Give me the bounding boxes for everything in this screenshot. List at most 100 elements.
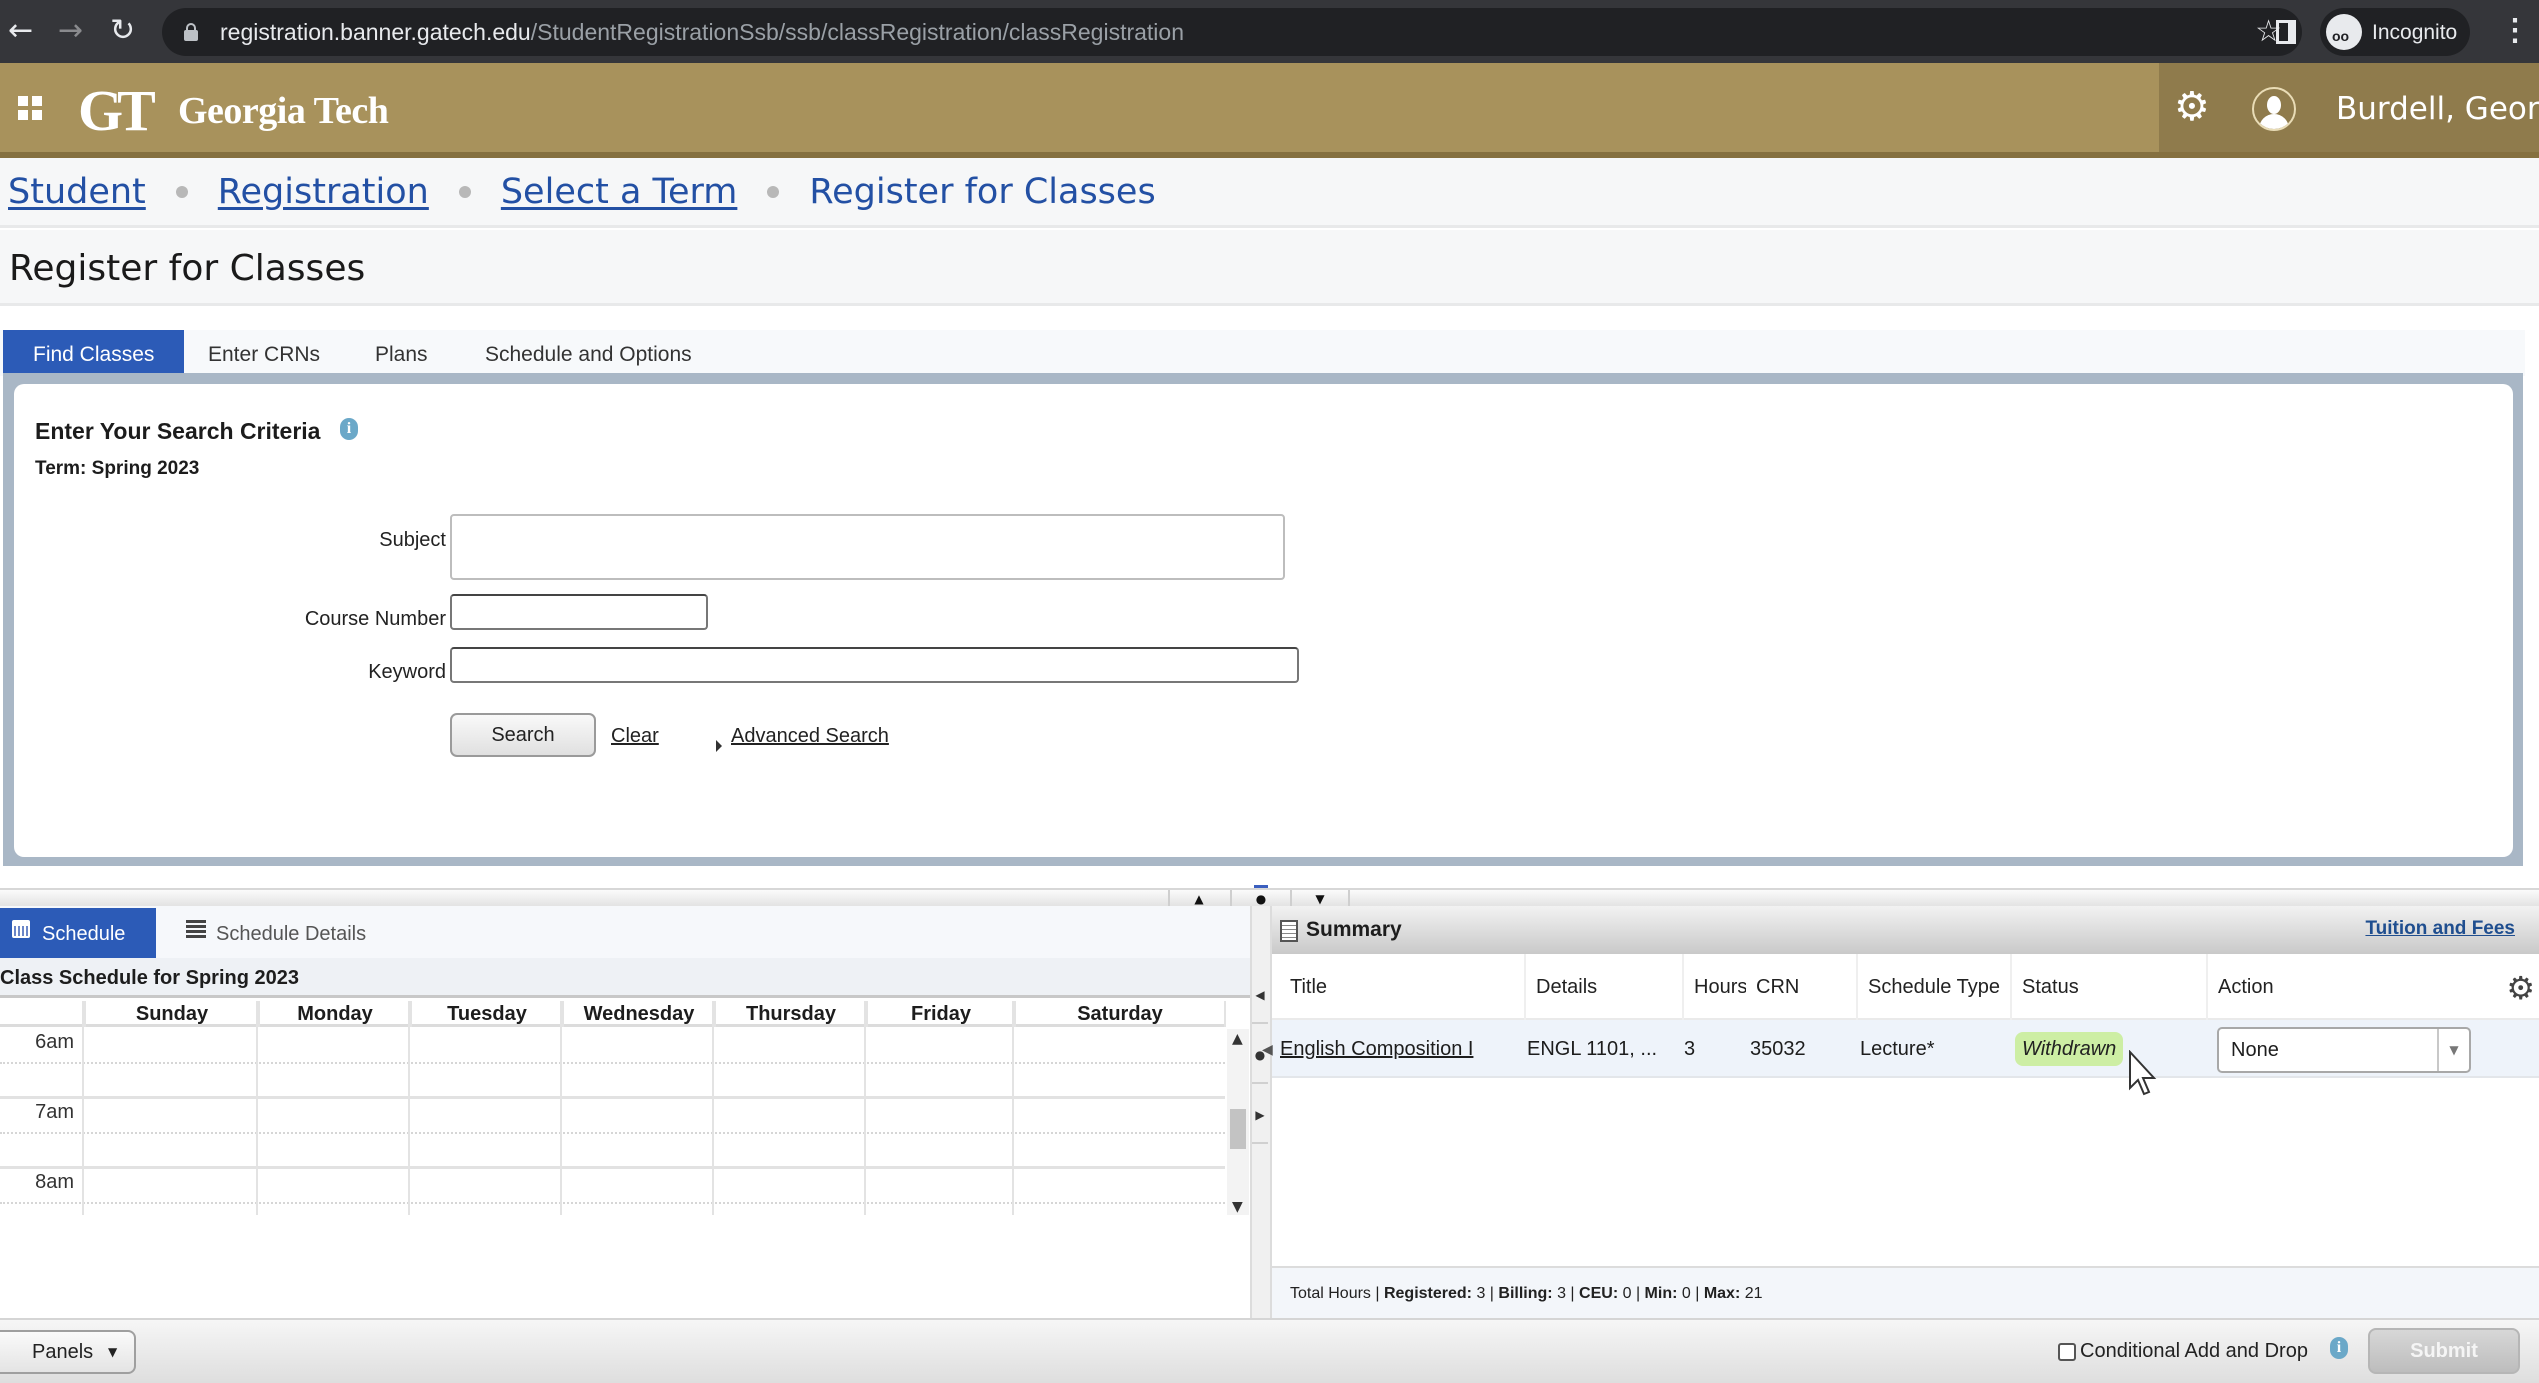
app-grid-icon[interactable] — [18, 96, 42, 120]
collapse-left-button[interactable]: ◀ — [1252, 966, 1268, 1024]
grid-line — [408, 1001, 410, 1215]
table-row: ◀ English Composition I ENGL 1101, ... 3… — [1262, 1020, 2539, 1078]
keyword-input[interactable] — [450, 647, 1299, 683]
subject-label: Subject — [379, 529, 446, 551]
column-settings-gear-icon[interactable]: ⚙ — [2506, 972, 2535, 1004]
scroll-up-icon[interactable]: ▲ — [1232, 1031, 1243, 1047]
column-schedule-type[interactable]: Schedule Type — [1856, 954, 2010, 1020]
advanced-search-link[interactable]: Advanced Search — [731, 725, 889, 748]
expand-arrow-icon[interactable] — [716, 740, 722, 752]
reload-icon[interactable]: ↻ — [110, 14, 135, 48]
max-value: 21 — [1744, 1285, 1763, 1302]
grid-line — [712, 1001, 714, 1215]
action-select-value: None — [2231, 1039, 2279, 1061]
grid-line — [864, 1001, 866, 1215]
user-avatar-icon[interactable] — [2252, 87, 2296, 131]
action-select[interactable]: None ▼ — [2217, 1027, 2471, 1073]
subject-input[interactable] — [450, 514, 1285, 580]
incognito-badge[interactable]: oo Incognito — [2320, 8, 2470, 56]
search-criteria-heading: Enter Your Search Criteria — [35, 418, 321, 444]
breadcrumb-student[interactable]: Student — [8, 172, 146, 212]
column-title[interactable]: Title — [1280, 954, 1524, 1020]
settings-gear-icon[interactable]: ⚙ — [2174, 87, 2210, 127]
course-hours: 3 — [1684, 1038, 1696, 1060]
search-button[interactable]: Search — [450, 713, 596, 757]
course-number-input[interactable] — [450, 594, 708, 630]
collapse-right-button[interactable]: ▶ — [1252, 1086, 1268, 1144]
column-action[interactable]: Action — [2206, 954, 2486, 1020]
side-panel-icon[interactable] — [2276, 20, 2296, 44]
summary-table-icon — [1280, 920, 1298, 942]
calendar-row: 8am — [0, 1169, 1225, 1204]
caret-down-icon: ▼ — [108, 1345, 118, 1359]
day-header: Thursday — [714, 1001, 866, 1027]
info-icon[interactable]: i — [2329, 1336, 2348, 1359]
time-label: 8am — [35, 1171, 74, 1193]
address-bar[interactable]: registration.banner.gatech.edu/StudentRe… — [162, 8, 2302, 56]
calendar-row — [0, 1204, 1225, 1215]
billing-value: 3 — [1557, 1285, 1566, 1302]
grid-line — [560, 1001, 562, 1215]
status-badge: Withdrawn — [2015, 1032, 2124, 1066]
tab-schedule-details-label: Schedule Details — [216, 923, 367, 945]
conditional-add-drop-label[interactable]: Conditional Add and Drop — [2080, 1340, 2308, 1363]
calendar-row — [0, 1064, 1225, 1099]
course-crn: 35032 — [1750, 1038, 1806, 1060]
summary-title: Summary — [1306, 918, 1402, 941]
scroll-down-icon[interactable]: ▼ — [1232, 1199, 1243, 1215]
tab-schedule-and-options[interactable]: Schedule and Options — [455, 330, 722, 376]
column-status[interactable]: Status — [2010, 954, 2206, 1020]
calendar-icon — [12, 920, 30, 938]
panel-splitter[interactable]: ▲ ● ▼ — [0, 888, 2539, 908]
registered-value: 3 — [1476, 1285, 1486, 1302]
column-crn[interactable]: CRN — [1746, 954, 1856, 1020]
conditional-add-drop-checkbox[interactable] — [2058, 1342, 2076, 1361]
day-header: Monday — [258, 1001, 410, 1027]
browser-toolbar: ← → ↻ registration.banner.gatech.edu/Stu… — [0, 0, 2539, 63]
scroll-thumb[interactable] — [1230, 1109, 1246, 1149]
tab-enter-crns[interactable]: Enter CRNs — [178, 330, 350, 376]
schedule-tabs: Schedule Schedule Details — [0, 906, 1250, 958]
user-name[interactable]: Burdell, George — [2336, 91, 2539, 127]
breadcrumb-separator — [767, 186, 780, 198]
back-icon[interactable]: ← — [8, 14, 33, 48]
forward-icon[interactable]: → — [58, 14, 83, 48]
tab-schedule-label: Schedule — [42, 923, 126, 945]
tab-schedule[interactable]: Schedule — [0, 908, 156, 958]
schedule-caption: Class Schedule for Spring 2023 — [0, 958, 1250, 998]
schedule-panel: Schedule Schedule Details Class Schedule… — [0, 906, 1250, 1318]
tuition-and-fees-link[interactable]: Tuition and Fees — [2365, 918, 2515, 940]
incognito-icon: oo — [2326, 14, 2362, 50]
breadcrumb-registration[interactable]: Registration — [218, 172, 429, 212]
course-title-link[interactable]: English Composition I — [1280, 1020, 1473, 1078]
row-expand-icon[interactable]: ◀ — [1262, 1020, 1273, 1078]
info-icon[interactable]: i — [340, 418, 358, 440]
breadcrumb-select-term[interactable]: Select a Term — [501, 172, 738, 212]
column-details[interactable]: Details — [1524, 954, 1682, 1020]
submit-button[interactable]: Submit — [2368, 1328, 2520, 1374]
calendar-scrollbar[interactable]: ▲ ▼ — [1227, 1029, 1249, 1215]
site-header: GT Georgia Tech ⚙ Burdell, George — [0, 63, 2539, 158]
tab-find-classes[interactable]: Find Classes — [3, 330, 185, 376]
course-details: ENGL 1101, ... — [1527, 1038, 1658, 1060]
browser-menu-icon[interactable]: ⋮ — [2500, 12, 2530, 50]
tab-schedule-details[interactable]: Schedule Details — [186, 908, 406, 958]
ceu-label: CEU: — [1579, 1285, 1619, 1302]
grid-line — [82, 1001, 84, 1215]
tab-plans[interactable]: Plans — [345, 330, 458, 376]
clear-link[interactable]: Clear — [611, 725, 659, 748]
panels-button[interactable]: Panels ▼ — [0, 1330, 136, 1374]
day-header: Friday — [866, 1001, 1014, 1027]
max-label: Max: — [1703, 1285, 1741, 1302]
vertical-splitter[interactable]: ◀ ● ▶ — [1250, 906, 1272, 1318]
list-icon — [186, 920, 206, 940]
url-text[interactable]: registration.banner.gatech.edu/StudentRe… — [220, 19, 1184, 46]
totals-prefix: Total Hours — [1290, 1285, 1371, 1302]
calendar-grid[interactable]: 6am 7am 8am — [0, 1029, 1225, 1215]
column-hours[interactable]: Hours — [1682, 954, 1746, 1020]
chevron-down-icon[interactable]: ▼ — [2437, 1029, 2469, 1071]
footer-bar: Panels ▼ Conditional Add and Drop i Subm… — [0, 1318, 2539, 1383]
breadcrumb-current: Register for Classes — [809, 172, 1156, 212]
ceu-value: 0 — [1622, 1285, 1632, 1302]
grid-line — [1012, 1001, 1014, 1215]
